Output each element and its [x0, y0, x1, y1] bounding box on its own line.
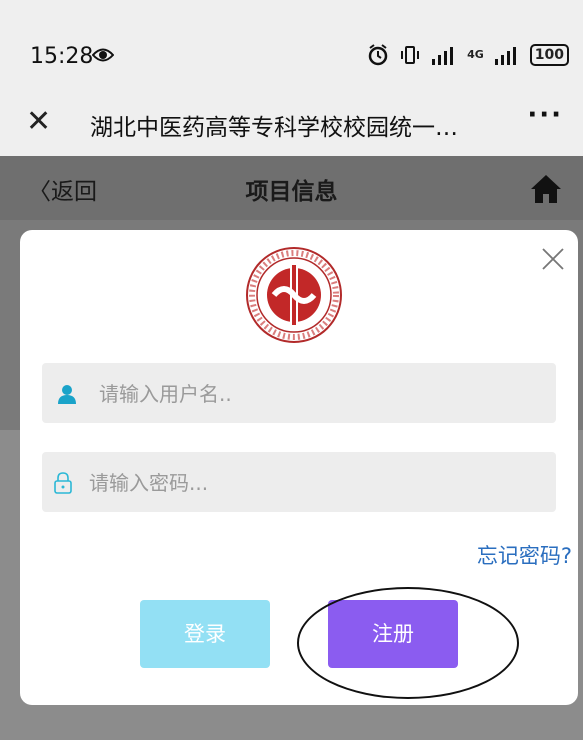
- password-field: [42, 452, 556, 514]
- username-field: [42, 363, 556, 425]
- status-time: 15:28: [30, 44, 94, 69]
- user-icon: [58, 385, 76, 404]
- more-options-icon[interactable]: ···: [527, 100, 563, 130]
- login-button[interactable]: 登录: [140, 600, 270, 668]
- signal-4g-icon: [494, 47, 516, 65]
- lock-icon: [54, 472, 72, 494]
- nav-header: 〈返回 项目信息: [0, 156, 583, 220]
- school-emblem-icon: [246, 247, 342, 343]
- nav-title: 项目信息: [245, 179, 338, 205]
- home-icon[interactable]: [529, 172, 563, 206]
- battery-icon: 100: [529, 44, 569, 66]
- eye-icon: [92, 48, 114, 62]
- status-bar: 15:28 4G 100: [0, 0, 583, 92]
- close-icon[interactable]: ✕: [26, 102, 51, 142]
- username-input[interactable]: [97, 363, 541, 425]
- alarm-icon: [368, 44, 388, 66]
- page-title: 湖北中医药高等专科学校校园统一…: [90, 115, 458, 141]
- network-type: 4G: [467, 48, 484, 61]
- vibrate-icon: [401, 46, 420, 64]
- browser-title-bar: ✕ 湖北中医药高等专科学校校园统一… ···: [0, 92, 583, 156]
- forgot-password-link[interactable]: 忘记密码?: [477, 540, 572, 570]
- annotation-circle: [297, 587, 519, 699]
- status-icons: 4G 100: [367, 44, 569, 66]
- signal-icon: [432, 47, 454, 65]
- password-input[interactable]: [87, 452, 531, 514]
- modal-close-icon[interactable]: [540, 246, 566, 272]
